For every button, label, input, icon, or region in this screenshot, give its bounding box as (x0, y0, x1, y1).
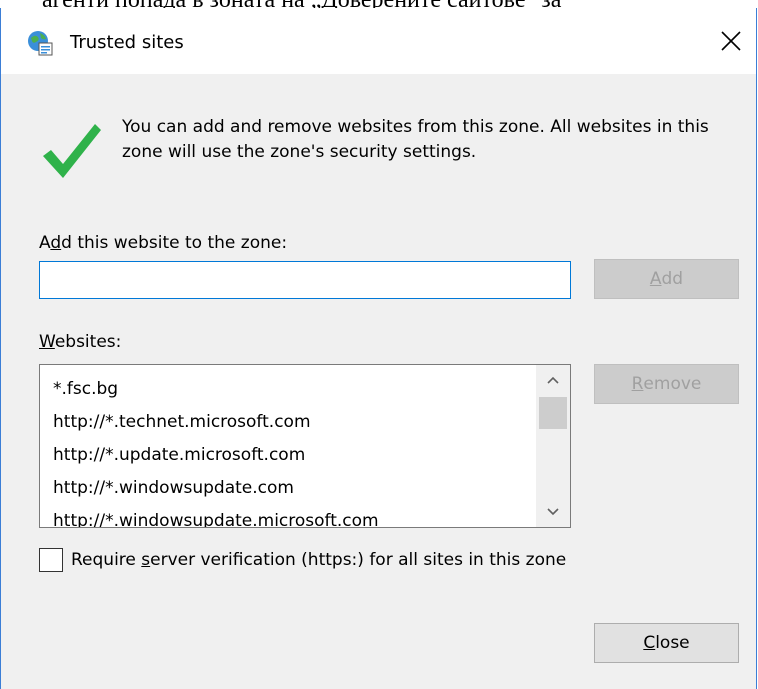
scroll-down-chevron-icon[interactable] (536, 497, 570, 527)
list-item[interactable]: http://*.technet.microsoft.com (53, 406, 379, 439)
require-https-checkbox[interactable] (39, 548, 63, 572)
trusted-sites-dialog: Trusted sites You can add and remove web… (0, 8, 757, 689)
websites-listbox[interactable]: *.fsc.bg http://*.technet.microsoft.com … (39, 364, 571, 528)
scroll-thumb[interactable] (539, 397, 567, 429)
intro-text: You can add and remove websites from thi… (122, 117, 709, 162)
list-item[interactable]: *.fsc.bg (53, 373, 379, 406)
title-bar: Trusted sites (1, 8, 756, 74)
websites-list: *.fsc.bg http://*.technet.microsoft.com … (53, 373, 379, 527)
scroll-up-chevron-icon[interactable] (536, 365, 570, 395)
websites-scrollbar[interactable] (536, 365, 570, 527)
list-item[interactable]: http://*.windowsupdate.com (53, 472, 379, 505)
window-title: Trusted sites (70, 32, 184, 53)
list-item[interactable]: http://*.update.microsoft.com (53, 439, 379, 472)
close-button[interactable]: Close (594, 623, 739, 663)
add-button[interactable]: Add (594, 259, 739, 299)
remove-button[interactable]: Remove (594, 364, 739, 404)
add-website-input[interactable] (39, 261, 571, 299)
require-https-label[interactable]: Require server verification (https:) for… (71, 549, 566, 571)
green-checkmark-icon (41, 120, 103, 182)
add-website-label: Add this website to the zone: (39, 233, 288, 253)
background-document-text: агенти попада в зоната на „Доверените са… (0, 0, 758, 8)
websites-label: Websites: (39, 332, 122, 352)
globe-trusted-sites-icon (26, 29, 54, 57)
list-item[interactable]: http://*.windowsupdate.microsoft.com (53, 505, 379, 527)
close-icon[interactable] (716, 26, 746, 56)
